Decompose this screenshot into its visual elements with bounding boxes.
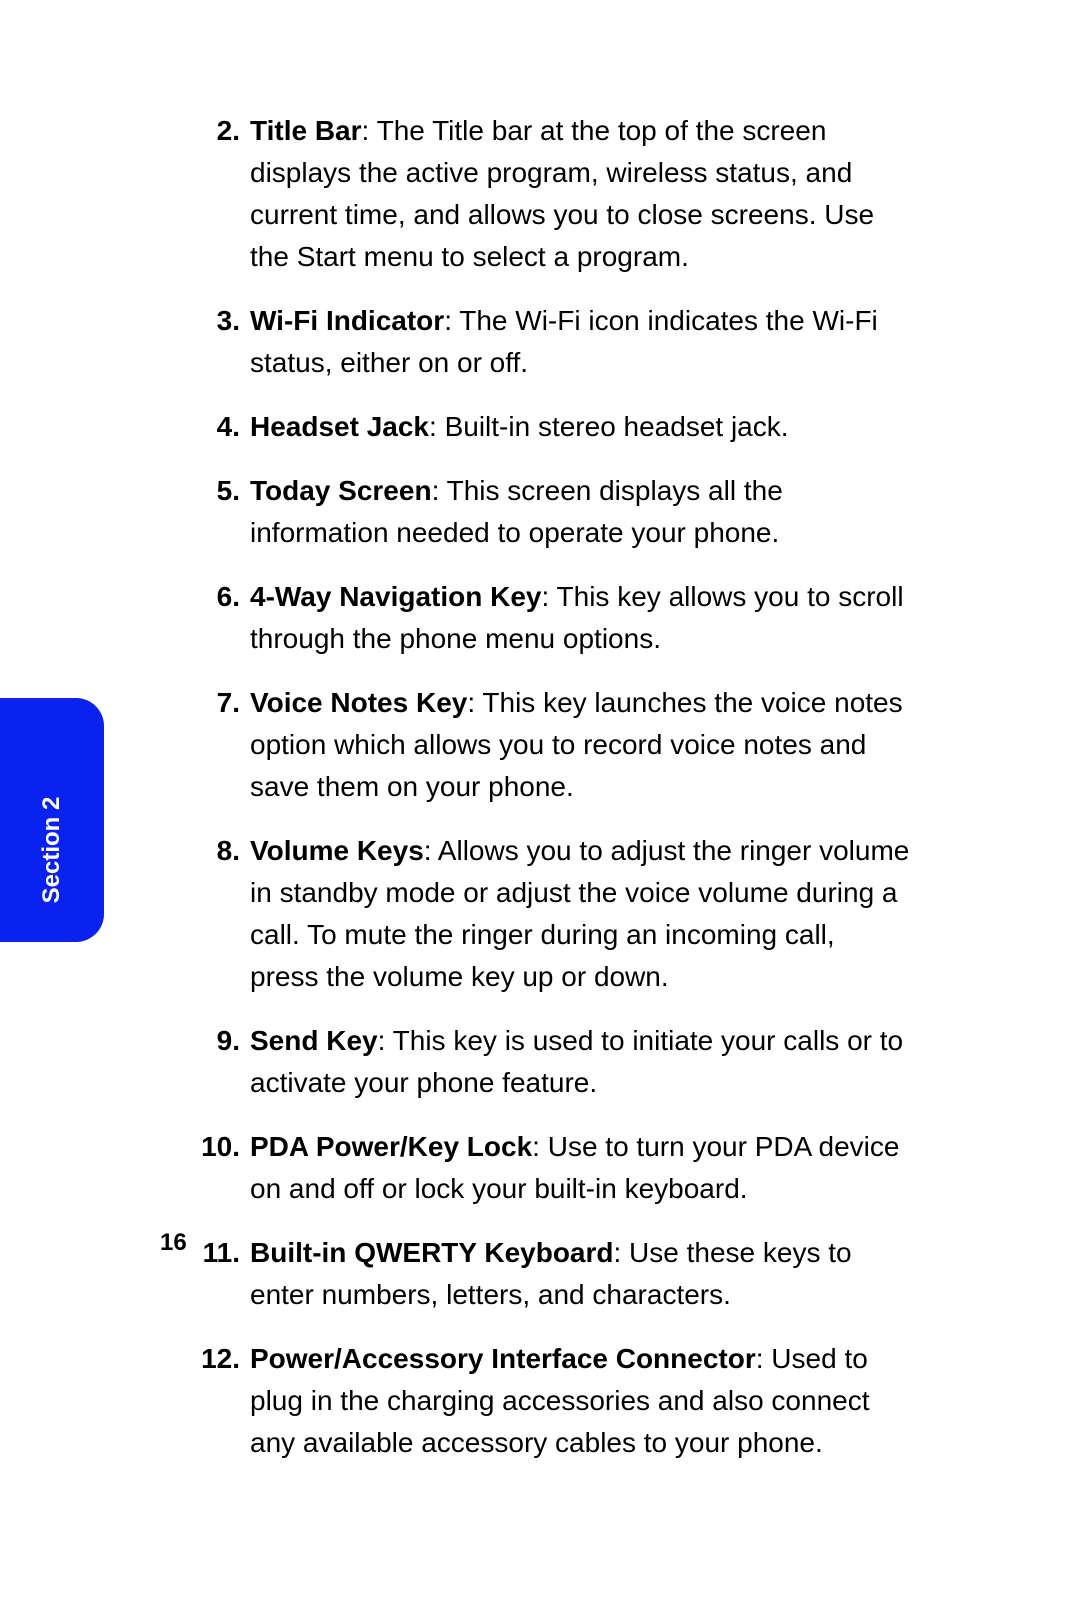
section-tab: Section 2 [0,698,104,942]
item-number: 2. [190,110,250,278]
item-term: 4-Way Navigation Key [250,581,541,612]
item-body: Wi-Fi Indicator: The Wi-Fi icon indicate… [250,300,910,384]
item-body: Volume Keys: Allows you to adjust the ri… [250,830,910,998]
item-body: Today Screen: This screen displays all t… [250,470,910,554]
list-item: 8.Volume Keys: Allows you to adjust the … [190,830,910,998]
item-number: 12. [190,1338,250,1464]
list-item: 7.Voice Notes Key: This key launches the… [190,682,910,808]
item-term: Title Bar [250,115,362,146]
item-body: Voice Notes Key: This key launches the v… [250,682,910,808]
item-body: Title Bar: The Title bar at the top of t… [250,110,910,278]
content-area: 2.Title Bar: The Title bar at the top of… [190,110,910,1486]
item-number: 7. [190,682,250,808]
item-term: Power/Accessory Interface Connector [250,1343,756,1374]
item-body: PDA Power/Key Lock: Use to turn your PDA… [250,1126,910,1210]
item-term: Volume Keys [250,835,424,866]
list-item: 5.Today Screen: This screen displays all… [190,470,910,554]
item-number: 4. [190,406,250,448]
item-number: 10. [190,1126,250,1210]
item-term: Send Key [250,1025,378,1056]
item-body: Send Key: This key is used to initiate y… [250,1020,910,1104]
page-number: 16 [160,1229,187,1257]
item-number: 6. [190,576,250,660]
item-number: 9. [190,1020,250,1104]
item-number: 5. [190,470,250,554]
list-item: 4.Headset Jack: Built-in stereo headset … [190,406,910,448]
item-number: 8. [190,830,250,998]
item-term: PDA Power/Key Lock [250,1131,532,1162]
item-term: Headset Jack [250,411,429,442]
item-number: 11. [190,1232,250,1316]
list-item: 10.PDA Power/Key Lock: Use to turn your … [190,1126,910,1210]
list-item: 6.4-Way Navigation Key: This key allows … [190,576,910,660]
list-item: 9.Send Key: This key is used to initiate… [190,1020,910,1104]
item-body: Built-in QWERTY Keyboard: Use these keys… [250,1232,910,1316]
item-term: Today Screen [250,475,432,506]
item-body: Power/Accessory Interface Connector: Use… [250,1338,910,1464]
section-tab-label: Section 2 [38,797,66,904]
manual-page: Section 2 2.Title Bar: The Title bar at … [0,0,1080,1622]
list-item: 3.Wi-Fi Indicator: The Wi-Fi icon indica… [190,300,910,384]
item-term: Voice Notes Key [250,687,467,718]
item-body: Headset Jack: Built-in stereo headset ja… [250,406,910,448]
item-body: 4-Way Navigation Key: This key allows yo… [250,576,910,660]
item-term: Wi-Fi Indicator [250,305,444,336]
item-term: Built-in QWERTY Keyboard [250,1237,614,1268]
list-item: 11.Built-in QWERTY Keyboard: Use these k… [190,1232,910,1316]
list-item: 12.Power/Accessory Interface Connector: … [190,1338,910,1464]
item-number: 3. [190,300,250,384]
item-description: : Built-in stereo headset jack. [429,411,789,442]
list-item: 2.Title Bar: The Title bar at the top of… [190,110,910,278]
